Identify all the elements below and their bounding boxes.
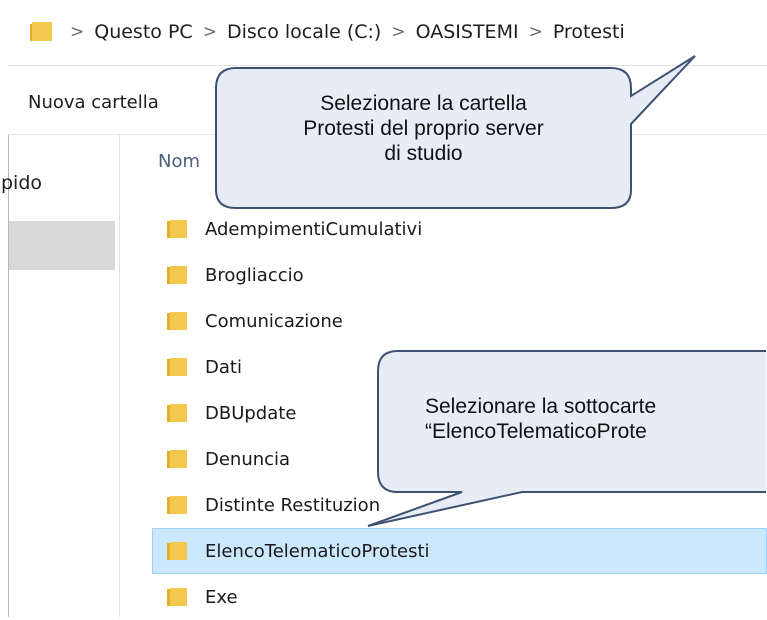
callout-top-line: Selezionare la cartella xyxy=(320,92,527,115)
callout-bottom-line: Selezionare la sottocarte xyxy=(425,395,657,418)
callout-top-line: Protesti del proprio server xyxy=(303,117,544,140)
callout-top-text: Selezionare la cartella Protesti del pro… xyxy=(216,91,631,166)
callout-bottom-line: “ElencoTelematicoProte xyxy=(425,420,647,443)
callout-bottom-text: Selezionare la sottocarte “ElencoTelemat… xyxy=(425,394,765,444)
callout-top-line: di studio xyxy=(384,142,463,165)
